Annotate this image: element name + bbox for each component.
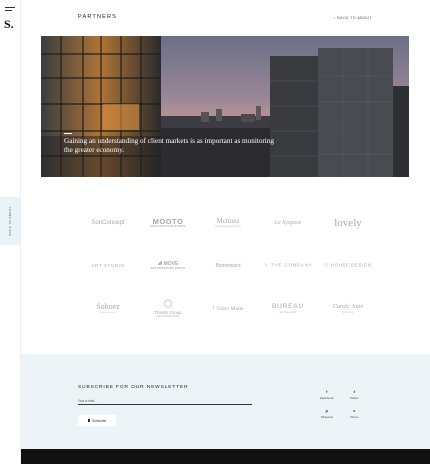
back-tab-label: BACK TO ABOUT: [8, 206, 12, 236]
client-row: ART STUDIO ◢ MOVE ARCHITECTURE GROUP Beni…: [78, 255, 378, 277]
page-title: PARTNERS: [78, 14, 118, 20]
email-field[interactable]: [78, 398, 252, 405]
back-to-about-tab[interactable]: BACK TO ABOUT: [0, 197, 21, 245]
client-logo-tagline: ARCHITECTURE GROUP: [150, 267, 186, 271]
site-logo[interactable]: S.: [4, 17, 14, 32]
vimeo-icon: v: [353, 408, 356, 413]
social-link-pinterest[interactable]: p Pinterest: [313, 408, 341, 419]
client-logo[interactable]: ⬡ Thaste Group ARCHITECTURE: [138, 298, 198, 319]
client-logo-tagline: ARCHITECTURE STUDIO: [150, 225, 186, 228]
hero-caption: Gaining an understanding of client marke…: [64, 137, 274, 154]
client-logo[interactable]: SonConcept: [78, 220, 138, 226]
social-links: f Facebook t Twitter p Pinterest v Vimeo: [313, 389, 368, 419]
pinterest-icon: p: [325, 408, 328, 413]
arrow-left-icon: ‹: [333, 15, 336, 20]
chevron-mark-icon: ◢: [157, 260, 162, 267]
twitter-icon: t: [353, 389, 355, 394]
city-skyline-photo: [41, 36, 409, 177]
footer-bar: [21, 449, 430, 464]
client-logo[interactable]: ◢ MOVE ARCHITECTURE GROUP: [138, 261, 198, 270]
social-label: Vimeo: [350, 415, 359, 419]
client-logo-name: Mctinez: [216, 216, 240, 225]
client-logo-name: Sohoez: [96, 302, 120, 312]
client-logo[interactable]: Ⅰ Tailor Made: [198, 306, 258, 312]
client-logo[interactable]: ART STUDIO: [78, 263, 138, 269]
client-logo-grid: SonConcept MOOTO ARCHITECTURE STUDIO Mct…: [78, 212, 378, 341]
square-bullet-icon: [87, 419, 91, 422]
client-logo-name: HOUSE DESIGN: [330, 263, 372, 269]
newsletter-section: SUBSCRIBE FOR OUR NEWSLETTER Subscribe f…: [21, 354, 430, 449]
client-logo[interactable]: Mctinez INTERIOR DESIGN: [198, 216, 258, 229]
client-logo[interactable]: MOOTO ARCHITECTURE STUDIO: [138, 217, 198, 229]
client-logo[interactable]: Sohoez architecture: [78, 303, 138, 315]
social-link-facebook[interactable]: f Facebook: [313, 389, 341, 400]
sun-mark-icon: ☼: [263, 262, 269, 269]
subscribe-label: Subscribe: [92, 418, 107, 423]
client-logo-name: Candy Jane: [332, 303, 364, 310]
client-logo-name: Thaste Group: [154, 309, 182, 315]
back-to-about-link[interactable]: ‹ BACK TO ABOUT: [334, 15, 372, 20]
client-logo[interactable]: lovely: [318, 217, 378, 229]
client-logo[interactable]: BUREAU architecture: [258, 303, 318, 314]
pillar-mark-icon: Ⅰ: [212, 305, 215, 311]
client-logo-name: THE COMPANY: [270, 263, 313, 269]
client-logo-tagline: architecture: [100, 311, 116, 315]
hero-image: Gaining an understanding of client marke…: [41, 36, 409, 177]
hexagon-mark-icon: ⬡: [163, 298, 173, 310]
client-logo-name: BUREAU: [272, 303, 304, 310]
back-link-label: BACK TO ABOUT: [337, 15, 372, 20]
subscribe-button[interactable]: Subscribe: [78, 415, 116, 426]
client-logo[interactable]: ◇ HOUSE DESIGN: [318, 263, 378, 268]
client-logo-tagline: STUDIO: [342, 310, 354, 314]
social-link-twitter[interactable]: t Twitter: [341, 389, 369, 400]
client-logo[interactable]: Candy Jane STUDIO: [318, 303, 378, 314]
client-row: Sohoez architecture ⬡ Thaste Group ARCHI…: [78, 298, 378, 320]
social-link-vimeo[interactable]: v Vimeo: [341, 408, 369, 419]
side-rail: S. BACK TO ABOUT: [0, 0, 21, 464]
client-logo-tagline: INTERIOR DESIGN: [215, 224, 241, 228]
client-logo[interactable]: Le Syspose: [258, 220, 318, 226]
diamond-mark-icon: ◇: [324, 262, 329, 269]
client-logo[interactable]: Benimward: [198, 263, 258, 269]
client-logo[interactable]: ☼ THE COMPANY: [258, 263, 318, 268]
hero-divider: [64, 133, 72, 134]
client-logo-tagline: architecture: [279, 310, 297, 314]
facebook-icon: f: [326, 389, 328, 394]
client-logo-name: Tailor Made: [216, 305, 244, 312]
newsletter-title: SUBSCRIBE FOR OUR NEWSLETTER: [78, 385, 189, 390]
social-label: Facebook: [320, 396, 334, 400]
client-logo-tagline: ARCHITECTURE: [156, 315, 180, 318]
social-label: Pinterest: [320, 415, 333, 419]
social-label: Twitter: [349, 396, 359, 400]
client-row: SonConcept MOOTO ARCHITECTURE STUDIO Mct…: [78, 212, 378, 234]
hamburger-menu-icon[interactable]: [5, 7, 15, 13]
